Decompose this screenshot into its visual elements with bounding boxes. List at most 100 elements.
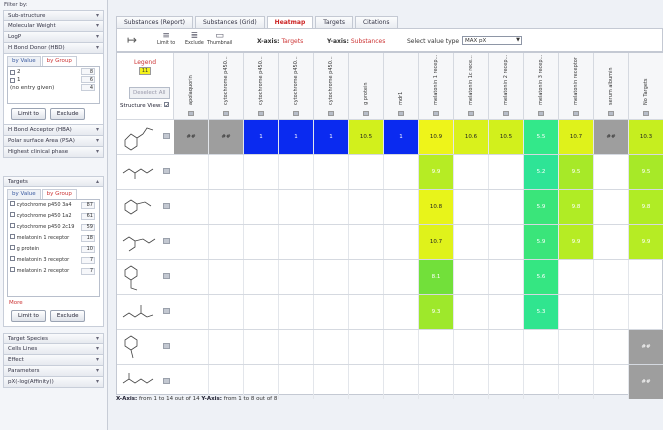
heatmap-cell[interactable] [314, 225, 349, 259]
heatmap-cell[interactable] [314, 190, 349, 224]
column-header[interactable]: serum albumin [594, 53, 629, 119]
heatmap-cell[interactable]: 9.9 [629, 225, 663, 259]
target-list-item[interactable]: cytochrome p450 1a2 61 [10, 212, 97, 223]
hbd-tab-by-value[interactable]: by Value [7, 56, 41, 66]
heatmap-cell[interactable] [489, 155, 524, 189]
checkbox[interactable] [10, 223, 15, 228]
structure-view-checkbox[interactable]: ✓ [163, 102, 169, 109]
collapse-icon[interactable]: ▴ [96, 178, 99, 185]
heatmap-cell[interactable] [349, 190, 384, 224]
heatmap-cell[interactable] [559, 330, 594, 364]
molecule-structure-image[interactable] [117, 260, 159, 294]
column-select-icon[interactable] [258, 111, 264, 116]
heatmap-cell[interactable] [384, 295, 419, 329]
molecule-structure-image[interactable] [117, 225, 159, 259]
row-select-icon[interactable] [163, 378, 170, 384]
more-link[interactable]: More [9, 300, 98, 306]
target-list-item[interactable]: cytochrome p450 2c19 59 [10, 223, 97, 234]
heatmap-cell[interactable] [419, 330, 454, 364]
targets-tab-by-value[interactable]: by Value [7, 189, 41, 199]
column-header[interactable]: cytochrome p450... [314, 53, 349, 119]
column-select-icon[interactable] [398, 111, 404, 116]
heatmap-cell[interactable]: 9.8 [559, 190, 594, 224]
filter-section-logp[interactable]: LogP ▾ [3, 32, 104, 43]
column-header[interactable]: cytochrome p450... [209, 53, 244, 119]
filter-section-target-species[interactable]: Target Species ▾ [3, 333, 104, 344]
checkbox[interactable] [10, 245, 15, 250]
heatmap-cell[interactable] [349, 330, 384, 364]
heatmap-cell[interactable]: 1 [314, 120, 349, 154]
back-arrow-icon[interactable]: ↦ [127, 33, 137, 47]
heatmap-cell[interactable]: 1 [279, 120, 314, 154]
heatmap-cell[interactable]: ## [629, 365, 663, 399]
checkbox[interactable] [10, 77, 15, 83]
molecule-structure-image[interactable] [117, 295, 159, 329]
heatmap-cell[interactable] [209, 225, 244, 259]
expand-icon[interactable]: ▾ [96, 335, 99, 342]
heatmap-cell[interactable]: 10.5 [349, 120, 384, 154]
column-select-icon[interactable] [293, 111, 299, 116]
structure-view-toggle[interactable]: Structure View: ✓ [120, 102, 169, 109]
targets-exclude-button[interactable]: Exclude [49, 310, 86, 322]
expand-icon[interactable]: ▾ [96, 137, 99, 144]
expand-icon[interactable]: ▾ [96, 126, 99, 133]
value-type-select[interactable]: MAX pX ▼ [462, 36, 522, 45]
heatmap-cell[interactable] [244, 365, 279, 399]
targets-tab-by-group[interactable]: by Group [41, 189, 77, 199]
hbd-list-item[interactable]: (no entry given) 4 [10, 84, 97, 92]
row-select-icon[interactable] [163, 238, 170, 244]
column-select-icon[interactable] [433, 111, 439, 116]
column-header[interactable]: cytochrome p450... [279, 53, 314, 119]
checkbox[interactable] [10, 212, 15, 217]
thumbnail-button[interactable]: ▭ Thumbnail [207, 31, 232, 46]
deselect-all-button[interactable]: Deselect All [129, 87, 170, 99]
column-select-icon[interactable] [503, 111, 509, 116]
row-select-icon[interactable] [163, 133, 170, 139]
column-header[interactable]: melatonin 3 recep... [524, 53, 559, 119]
heatmap-cell[interactable]: 10.7 [559, 120, 594, 154]
heatmap-cell[interactable]: 9.9 [419, 155, 454, 189]
tab-substances-report[interactable]: Substances (Report) [116, 16, 193, 28]
heatmap-cell[interactable]: 10.5 [489, 120, 524, 154]
heatmap-cell[interactable] [244, 295, 279, 329]
expand-icon[interactable]: ▾ [96, 378, 99, 385]
column-header[interactable]: No Targets [629, 53, 663, 119]
filter-section-px-log-affinity-[interactable]: pX(-log(Affinity)) ▾ [3, 377, 104, 388]
limit-to-button[interactable]: ≡ Limit to [157, 31, 175, 46]
target-list-item[interactable]: cytochrome p450 3a4 87 [10, 201, 97, 212]
heatmap-cell[interactable] [419, 365, 454, 399]
heatmap-cell[interactable] [244, 225, 279, 259]
heatmap-cell[interactable] [314, 155, 349, 189]
heatmap-cell[interactable]: 10.8 [419, 190, 454, 224]
target-list-item[interactable]: melatonin 1 receptor 18 [10, 234, 97, 245]
heatmap-cell[interactable]: 5.3 [524, 295, 559, 329]
filter-section-molecular-weight[interactable]: Molecular Weight ▾ [3, 21, 104, 32]
column-header[interactable]: melatonin receptor [559, 53, 594, 119]
heatmap-cell[interactable]: 9.3 [419, 295, 454, 329]
expand-icon[interactable]: ▾ [96, 44, 99, 51]
heatmap-cell[interactable] [174, 365, 209, 399]
target-list-item[interactable]: g protein 10 [10, 245, 97, 256]
targets-limit-button[interactable]: Limit to [11, 310, 46, 322]
hbd-tab-by-group[interactable]: by Group [41, 56, 77, 66]
column-header[interactable]: melatonin 1c rece... [454, 53, 489, 119]
heatmap-cell[interactable] [349, 225, 384, 259]
heatmap-cell[interactable] [454, 225, 489, 259]
row-select-icon[interactable] [163, 203, 170, 209]
filter-section-effect[interactable]: Effect ▾ [3, 355, 104, 366]
column-select-icon[interactable] [328, 111, 334, 116]
molecule-structure-image[interactable] [117, 120, 159, 154]
heatmap-cell[interactable] [559, 295, 594, 329]
hbd-exclude-button[interactable]: Exclude [49, 108, 86, 120]
hbd-list-item[interactable]: 16 [10, 76, 97, 84]
targets-section-header[interactable]: Targets ▴ [3, 176, 104, 187]
expand-icon[interactable]: ▾ [96, 148, 99, 155]
column-select-icon[interactable] [223, 111, 229, 116]
heatmap-cell[interactable] [244, 260, 279, 294]
heatmap-cell[interactable]: 5.5 [524, 120, 559, 154]
column-header[interactable]: mdr1 [384, 53, 419, 119]
row-select-icon[interactable] [163, 273, 170, 279]
heatmap-cell[interactable] [349, 155, 384, 189]
heatmap-cell[interactable] [384, 330, 419, 364]
filter-section-cells-lines[interactable]: Cells Lines ▾ [3, 344, 104, 355]
